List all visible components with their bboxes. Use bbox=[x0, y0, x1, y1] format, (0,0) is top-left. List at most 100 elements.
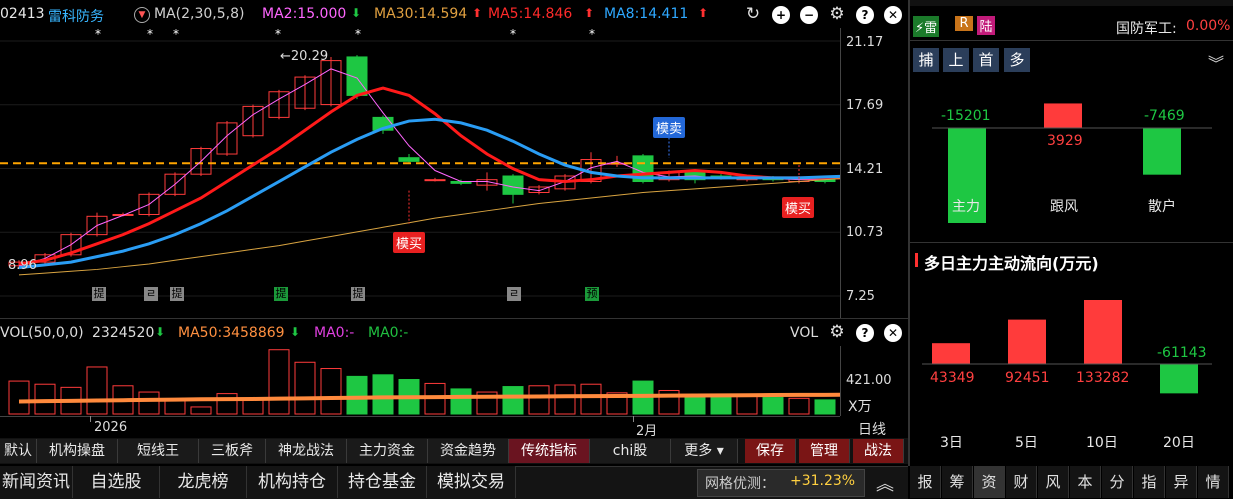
tab-simulated-trading[interactable]: 模拟交易 bbox=[427, 466, 516, 498]
volume-ma0-label: MA0:- bbox=[368, 325, 409, 341]
ma30-label: MA30:14.594 bbox=[374, 6, 468, 22]
save-button[interactable]: 保存 bbox=[745, 439, 796, 463]
rtab-sentiment[interactable]: 情 bbox=[1198, 466, 1229, 498]
tab-fund-trend[interactable]: 资金趋势 bbox=[428, 439, 509, 463]
flow-bar bbox=[1044, 103, 1082, 128]
tab-three-axes[interactable]: 三板斧 bbox=[199, 439, 266, 463]
ma8-arrow-icon: ⬆ bbox=[698, 6, 709, 20]
chart-header: 02413 雷科防务 ▼ MA(2,30,5,8) MA2:15.000 ⬇ M… bbox=[0, 0, 908, 28]
zoom-out-icon[interactable]: − bbox=[800, 6, 818, 24]
tab-more-dropdown[interactable]: 更多 ▾ bbox=[671, 439, 738, 463]
volume-ma50-arrow-icon: ⬇ bbox=[290, 325, 301, 339]
grid-eval-label: 网格优测： bbox=[705, 476, 775, 492]
volume-settings-icon[interactable]: ⚙ bbox=[828, 323, 846, 341]
multi-day-bar bbox=[1008, 319, 1046, 364]
volume-value: 2324520 bbox=[92, 325, 155, 341]
period-label[interactable]: 日线 bbox=[858, 419, 886, 439]
multi-day-value: 43349 bbox=[930, 370, 975, 386]
price-tick: 14.21 bbox=[846, 162, 884, 177]
rtab-quote[interactable]: 报 bbox=[910, 466, 941, 498]
section-marker bbox=[915, 253, 918, 267]
refresh-icon[interactable]: ↻ bbox=[744, 5, 762, 23]
rtab-funds[interactable]: 资 bbox=[974, 466, 1005, 498]
sim-sell-marker[interactable]: 模卖 bbox=[653, 117, 686, 138]
price-chart[interactable] bbox=[0, 28, 840, 318]
price-tick: 21.17 bbox=[846, 35, 884, 50]
high-price-label: ←20.29 bbox=[280, 49, 329, 64]
flow-value: 3929 bbox=[1047, 133, 1083, 149]
event-marker-ti[interactable]: 提 bbox=[92, 287, 106, 301]
divider bbox=[910, 242, 1233, 243]
volume-ma50-label: MA50:3458869 bbox=[178, 325, 285, 341]
volume-bar bbox=[788, 397, 810, 415]
tab-main-funds[interactable]: 主力资金 bbox=[347, 439, 428, 463]
volume-bar bbox=[684, 394, 706, 415]
volume-bar bbox=[372, 374, 394, 415]
tab-chi-stock[interactable]: chi股 bbox=[590, 439, 671, 463]
tab-watchlist[interactable]: 自选股 bbox=[73, 466, 160, 498]
tab-traditional-indicators[interactable]: 传统指标 bbox=[509, 439, 590, 463]
tab-institution-holdings[interactable]: 机构持仓 bbox=[247, 466, 338, 498]
stock-name[interactable]: 雷科防务 bbox=[48, 6, 104, 26]
settings-gear-icon[interactable]: ⚙ bbox=[828, 5, 846, 23]
ma5-label: MA5:14.846 bbox=[488, 6, 573, 22]
tab-dragon-tactics[interactable]: 神龙战法 bbox=[266, 439, 347, 463]
rtab-index[interactable]: 指 bbox=[1134, 466, 1165, 498]
event-marker-ti[interactable]: 提 bbox=[351, 287, 365, 301]
volume-axis-unit: X万 bbox=[848, 399, 872, 415]
rtab-risk[interactable]: 风 bbox=[1038, 466, 1069, 498]
badge-lei-label: 雷 bbox=[924, 21, 938, 36]
tab-fund-holdings[interactable]: 持仓基金 bbox=[338, 466, 427, 498]
multi-day-label: 3日 bbox=[940, 435, 963, 451]
event-marker-forecast[interactable]: 预 bbox=[585, 287, 599, 301]
rtab-fundamentals[interactable]: 本 bbox=[1070, 466, 1101, 498]
filter-button-shang[interactable]: 上 bbox=[943, 48, 969, 72]
volume-chart[interactable] bbox=[0, 346, 840, 416]
event-marker-other[interactable]: ㄹ bbox=[144, 287, 158, 301]
tab-short-term-king[interactable]: 短线王 bbox=[118, 439, 199, 463]
manage-button[interactable]: 管理 bbox=[799, 439, 850, 463]
collapse-icon[interactable]: ︾ bbox=[1208, 50, 1224, 74]
sim-buy-marker[interactable]: 模买 bbox=[782, 197, 815, 218]
flow-label-retail: 散户 bbox=[1148, 199, 1176, 215]
sim-buy-marker[interactable]: 模买 bbox=[393, 232, 426, 253]
filter-button-duo[interactable]: 多 bbox=[1004, 48, 1030, 72]
volume-bar bbox=[190, 406, 212, 415]
sector-name[interactable]: 国防军工: bbox=[1116, 18, 1177, 38]
close-chart-icon[interactable]: ✕ bbox=[884, 6, 902, 24]
zoom-in-icon[interactable]: + bbox=[772, 6, 790, 24]
volume-help-icon[interactable]: ? bbox=[856, 324, 874, 342]
tactics-button[interactable]: 战法 bbox=[853, 439, 904, 463]
tab-news[interactable]: 新闻资讯 bbox=[0, 466, 73, 498]
rtab-finance[interactable]: 财 bbox=[1006, 466, 1037, 498]
volume-indicator-title[interactable]: VOL(50,0,0) bbox=[0, 325, 84, 341]
volume-bar bbox=[710, 396, 732, 415]
tab-default[interactable]: 默认 bbox=[0, 439, 37, 463]
low-price-label: 8.96 bbox=[8, 258, 37, 273]
volume-bar bbox=[736, 395, 758, 415]
event-marker-ti[interactable]: 提 bbox=[274, 287, 288, 301]
multi-day-bar bbox=[1084, 300, 1122, 364]
expand-up-icon[interactable]: ︽ bbox=[876, 470, 894, 496]
event-marker-other[interactable]: ㄹ bbox=[507, 287, 521, 301]
volume-axis-value: 421.00 bbox=[846, 373, 892, 388]
sector-change: 0.00% bbox=[1186, 18, 1231, 34]
tab-dragon-tiger-list[interactable]: 龙虎榜 bbox=[160, 466, 247, 498]
event-marker-ti[interactable]: 提 bbox=[170, 287, 184, 301]
filter-button-bu[interactable]: 捕 bbox=[913, 48, 939, 72]
price-tick: 7.25 bbox=[846, 289, 875, 304]
time-axis-month-label: 2月 bbox=[636, 424, 658, 439]
filter-button-shou[interactable]: 首 bbox=[973, 48, 999, 72]
volume-close-icon[interactable]: ✕ bbox=[884, 324, 902, 342]
multi-day-label: 20日 bbox=[1163, 435, 1195, 451]
ma-indicator-label[interactable]: MA(2,30,5,8) bbox=[154, 6, 244, 22]
multi-day-value: 133282 bbox=[1076, 370, 1130, 386]
rtab-chips[interactable]: 筹 bbox=[942, 466, 973, 498]
candlestick bbox=[424, 179, 446, 182]
rtab-tick[interactable]: 分 bbox=[1102, 466, 1133, 498]
indicator-dropdown-button[interactable]: ▼ bbox=[134, 7, 150, 23]
tab-institution-trading[interactable]: 机构操盘 bbox=[37, 439, 118, 463]
volume-bar bbox=[268, 349, 290, 415]
rtab-abnormal[interactable]: 异 bbox=[1166, 466, 1197, 498]
help-icon[interactable]: ? bbox=[856, 6, 874, 24]
